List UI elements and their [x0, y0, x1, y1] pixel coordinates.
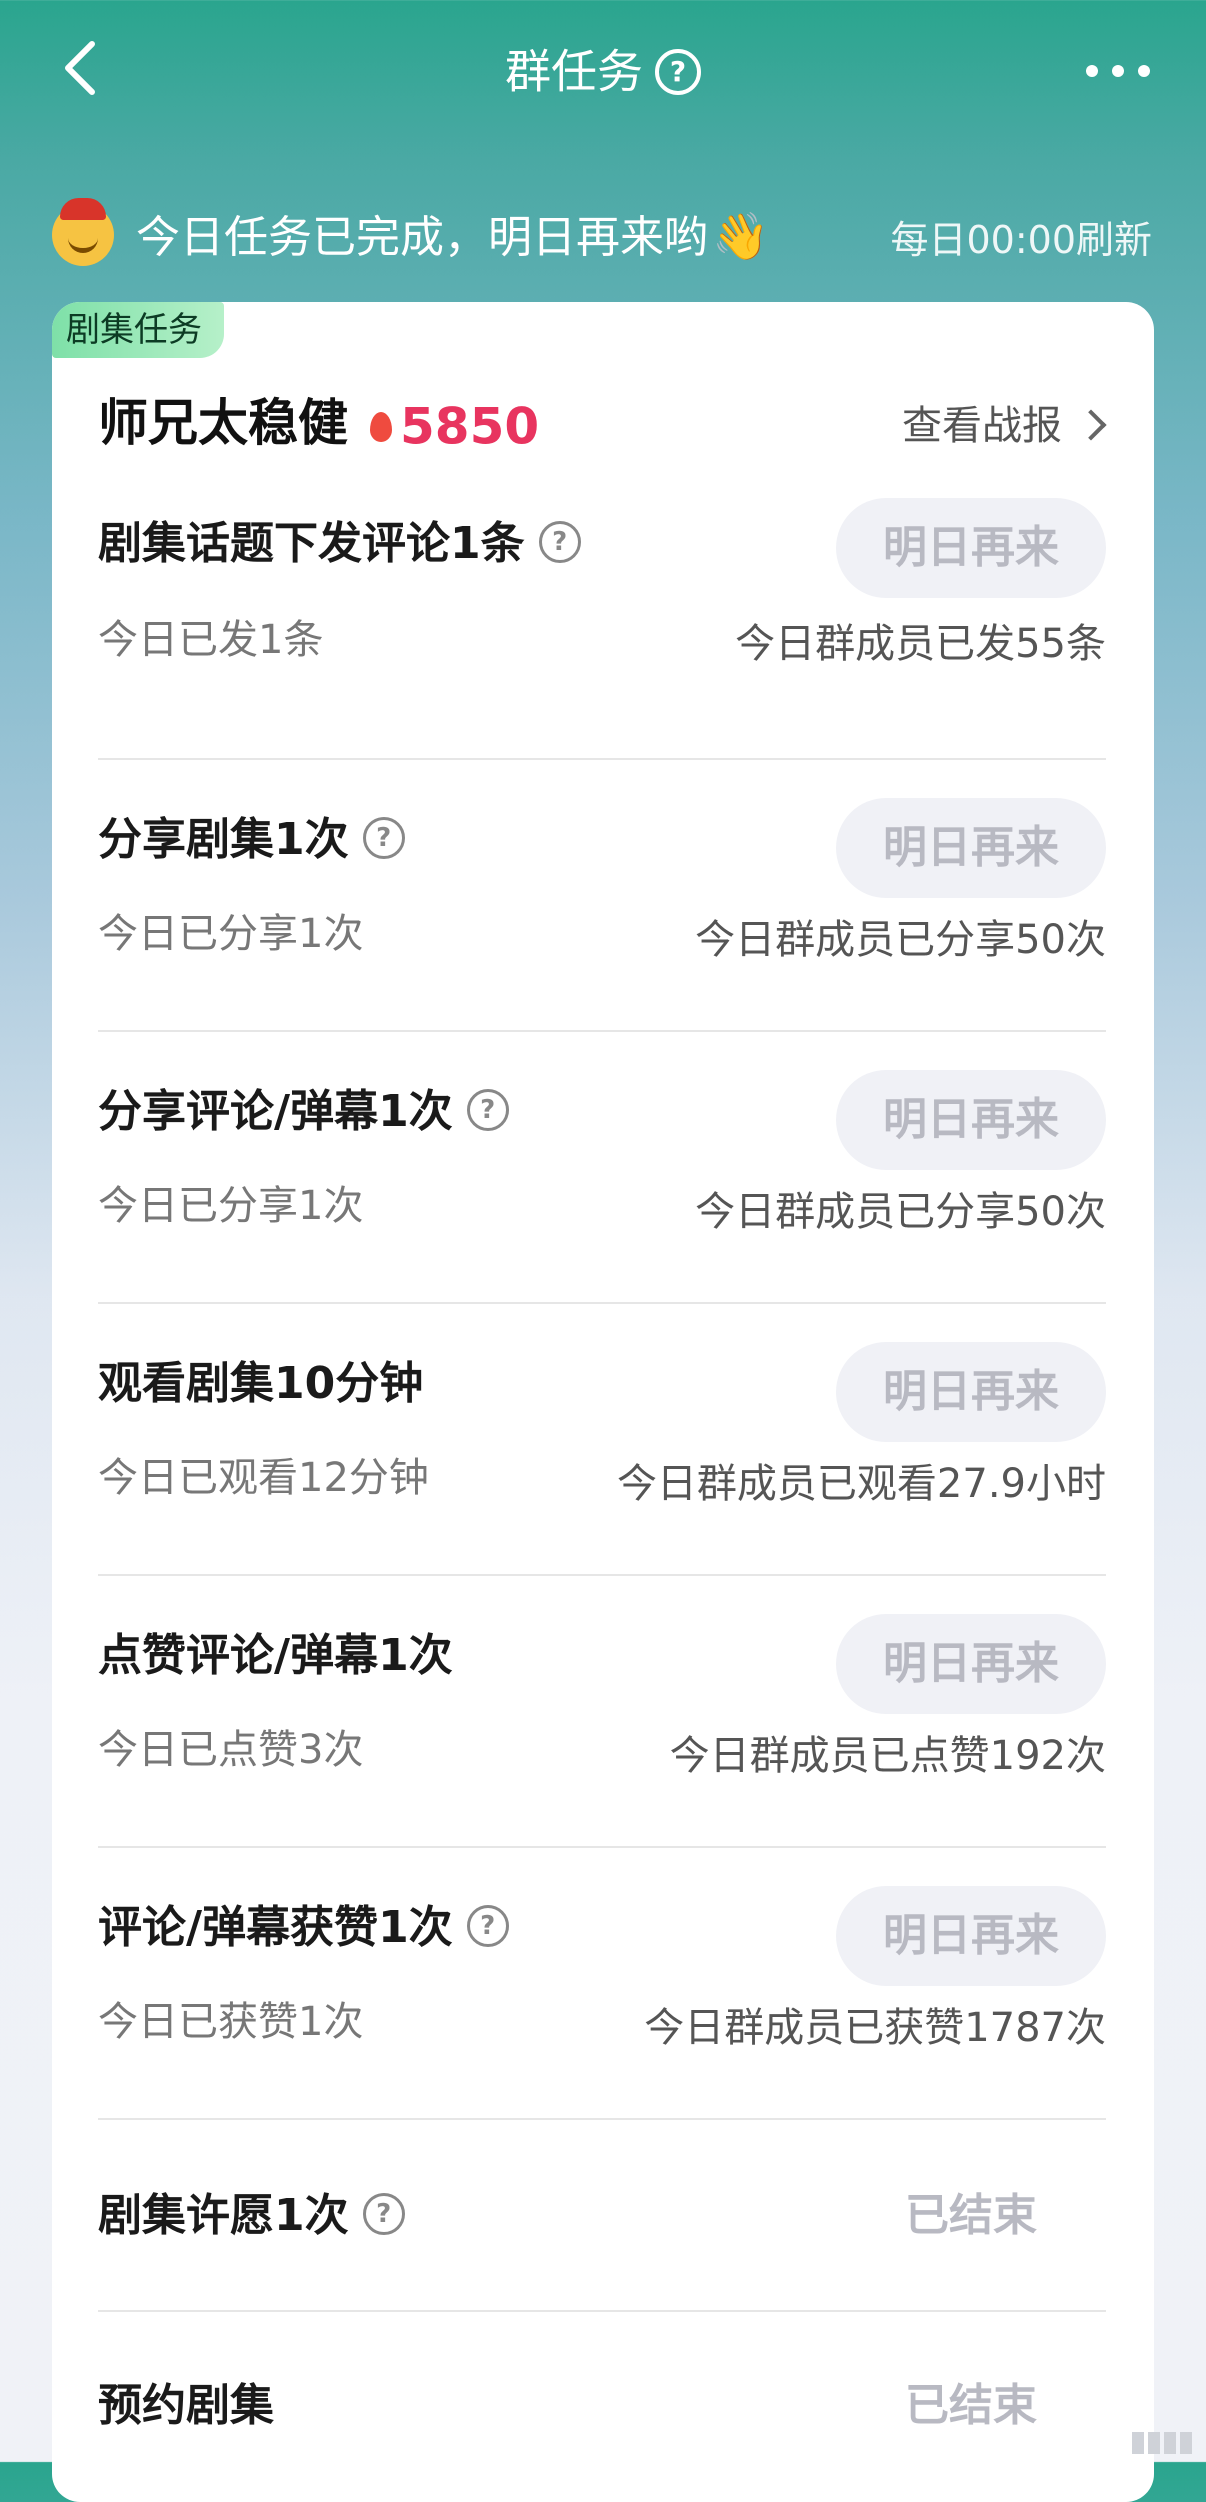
task-row: 分享评论/弹幕1次? 明日再来 今日已分享1次 今日群成员已分享50次: [98, 1030, 1106, 1304]
notice-text-row: 今日任务已完成，明日再来哟👋: [136, 206, 769, 268]
task-title-row: 评论/弹幕获赞1次?: [98, 1898, 509, 1958]
come-back-tomorrow-button[interactable]: 明日再来: [836, 1070, 1106, 1170]
task-title-row: 预约剧集: [98, 2376, 274, 2436]
my-progress: 今日已分享1次: [98, 1183, 364, 1229]
group-progress: 今日群成员已点赞192次: [669, 1733, 1106, 1779]
come-back-tomorrow-button[interactable]: 明日再来: [836, 1886, 1106, 1986]
task-title-row: 点赞评论/弹幕1次: [98, 1626, 453, 1686]
view-report-link[interactable]: 查看战报: [902, 398, 1107, 454]
task-title: 分享剧集1次: [98, 814, 349, 865]
top-bar: 群任务?: [0, 0, 1206, 140]
drama-header: 师兄太稳健 5850: [98, 388, 539, 462]
task-title: 点赞评论/弹幕1次: [98, 1630, 453, 1681]
page-title: 群任务: [505, 44, 643, 99]
come-back-tomorrow-button[interactable]: 明日再来: [836, 1342, 1106, 1442]
flame-icon: [370, 411, 392, 442]
notice-text: 今日任务已完成，明日再来哟: [136, 212, 708, 263]
my-progress: 今日已点赞3次: [98, 1727, 364, 1773]
more-dots-icon[interactable]: [1072, 62, 1150, 81]
heat-value: 5850: [400, 397, 540, 456]
task-title: 分享评论/弹幕1次: [98, 1086, 453, 1137]
section-tag: 剧集任务: [52, 302, 224, 358]
task-title-row: 观看剧集10分钟: [98, 1354, 423, 1414]
completion-notice: 今日任务已完成，明日再来哟👋 每日00:00刷新: [52, 198, 1152, 280]
my-progress: 今日已观看12分钟: [98, 1455, 429, 1501]
group-progress: 今日群成员已分享50次: [695, 917, 1106, 963]
watermark-icon: [1128, 2432, 1192, 2454]
group-progress: 今日群成员已观看27.9小时: [616, 1461, 1106, 1507]
task-row: 分享剧集1次? 明日再来 今日已分享1次 今日群成员已分享50次: [98, 758, 1106, 1032]
ended-status: 已结束: [905, 2190, 1037, 2241]
group-progress: 今日群成员已分享50次: [695, 1189, 1106, 1235]
task-title-row: 剧集话题下发评论1条?: [98, 514, 581, 574]
task-row: 预约剧集 已结束: [98, 2310, 1106, 2502]
task-title: 剧集许愿1次: [98, 2190, 349, 2241]
drama-title: 师兄太稳健: [98, 394, 348, 452]
come-back-tomorrow-button[interactable]: 明日再来: [836, 1614, 1106, 1714]
task-title-row: 分享剧集1次?: [98, 810, 405, 870]
task-title-row: 分享评论/弹幕1次?: [98, 1082, 509, 1142]
task-card: 剧集任务 师兄太稳健 5850 查看战报 剧集话题下发评论1条? 明日再来 今日已…: [52, 302, 1154, 2502]
question-circle-icon[interactable]: ?: [655, 48, 701, 95]
report-label: 查看战报: [902, 403, 1062, 449]
task-row: 剧集许愿1次? 已结束: [98, 2118, 1106, 2312]
refresh-time: 每日00:00刷新: [890, 218, 1152, 262]
group-progress: 今日群成员已发55条: [735, 621, 1106, 667]
task-title-row: 剧集许愿1次?: [98, 2186, 405, 2246]
my-progress: 今日已分享1次: [98, 911, 364, 957]
chevron-right-icon: [1075, 409, 1107, 441]
my-progress: 今日已发1条: [98, 617, 324, 663]
question-circle-icon[interactable]: ?: [466, 1905, 509, 1947]
my-progress: 今日已获赞1次: [98, 1999, 364, 2045]
hug-face-emoji-icon: [52, 198, 114, 266]
come-back-tomorrow-button[interactable]: 明日再来: [836, 498, 1106, 598]
question-circle-icon[interactable]: ?: [538, 521, 581, 563]
question-circle-icon[interactable]: ?: [466, 1089, 509, 1131]
task-row: 评论/弹幕获赞1次? 明日再来 今日已获赞1次 今日群成员已获赞1787次: [98, 1846, 1106, 2120]
task-title: 预约剧集: [98, 2380, 274, 2431]
task-row: 点赞评论/弹幕1次 明日再来 今日已点赞3次 今日群成员已点赞192次: [98, 1574, 1106, 1848]
group-progress: 今日群成员已获赞1787次: [644, 2005, 1106, 2051]
page-title-row: 群任务?: [0, 38, 1206, 102]
task-title: 观看剧集10分钟: [98, 1358, 424, 1409]
come-back-tomorrow-button[interactable]: 明日再来: [836, 798, 1106, 898]
question-circle-icon[interactable]: ?: [362, 817, 405, 859]
task-row: 剧集话题下发评论1条? 明日再来 今日已发1条 今日群成员已发55条: [98, 498, 1106, 760]
question-circle-icon[interactable]: ?: [362, 2193, 405, 2235]
task-title: 评论/弹幕获赞1次: [98, 1902, 453, 1953]
ended-status: 已结束: [905, 2380, 1037, 2431]
task-title: 剧集话题下发评论1条: [98, 518, 525, 569]
task-row: 观看剧集10分钟 明日再来 今日已观看12分钟 今日群成员已观看27.9小时: [98, 1302, 1106, 1576]
waving-hand-icon: 👋: [712, 209, 770, 263]
